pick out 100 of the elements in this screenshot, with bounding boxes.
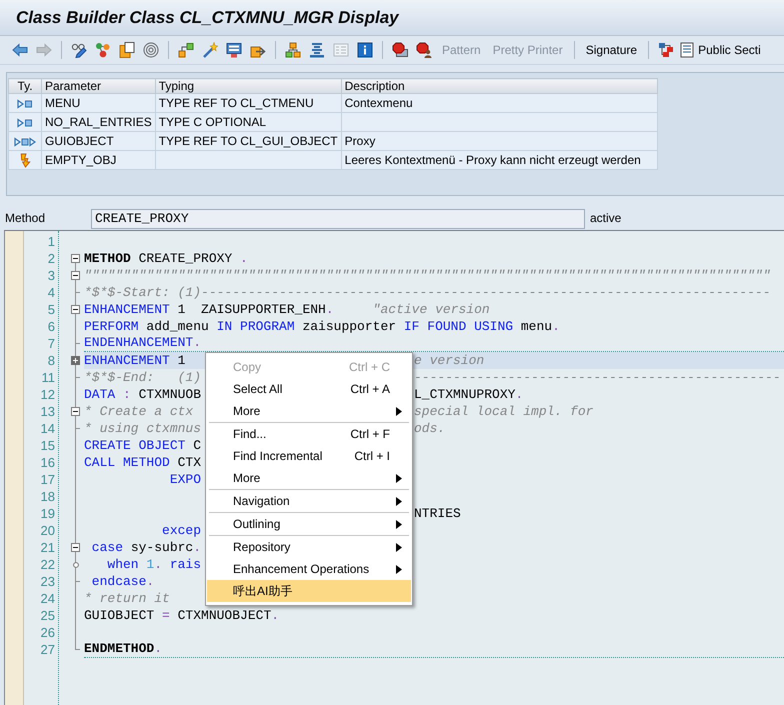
collapse-icon[interactable] xyxy=(71,305,80,314)
menu-item[interactable]: More xyxy=(207,467,411,489)
magic-wand-icon xyxy=(202,42,218,58)
code-text: EXPO xyxy=(168,471,202,488)
line-number: 22 xyxy=(40,556,56,573)
line-number: 17 xyxy=(40,471,56,488)
code-text: * Create a ctx xyxy=(84,403,194,420)
document-icon xyxy=(679,42,696,58)
collapse-icon[interactable] xyxy=(71,407,80,416)
line-number: 7 xyxy=(46,335,56,352)
code-text: e version xyxy=(413,352,484,369)
shortcut-text: Ctrl + A xyxy=(350,382,390,396)
code-text: ENHANCEMENT 1 ZAISUPPORTER_ENH. "active version xyxy=(84,301,490,318)
code-text: METHOD CREATE_PROXY . xyxy=(84,250,248,267)
code-text: when 1. rais xyxy=(106,556,202,573)
stop-screen-icon xyxy=(392,42,408,58)
table-cell: TYPE C OPTIONAL xyxy=(155,112,342,132)
code-text: *$*$-End: (1) xyxy=(84,369,202,386)
table-cell: Contexmenu xyxy=(341,94,658,112)
line-number: 23 xyxy=(40,573,56,590)
hierarchy-icon xyxy=(285,42,301,58)
expand-icon[interactable] xyxy=(71,356,80,365)
arrow-box-icon xyxy=(17,98,33,109)
line-number: 19 xyxy=(40,505,56,522)
glasses-pencil-icon xyxy=(71,42,87,58)
column-header: Description xyxy=(341,78,658,94)
menu-item[interactable]: Select All Ctrl + A xyxy=(207,378,411,400)
code-text: special local impl. for xyxy=(413,403,594,420)
code-text: ENDMETHOD. xyxy=(84,641,162,657)
line-number: 18 xyxy=(40,488,56,505)
status-text: active xyxy=(590,211,622,226)
code-text: PERFORM add_menu IN PROGRAM zaisupporter IF FOUND USING menu. xyxy=(84,318,560,335)
menu-item[interactable]: More xyxy=(207,400,411,422)
code-text: """""""""""""""""""""""""""""""""""""""""""""""""""""""""""""""""""""""""""""""""""""""" xyxy=(84,267,771,284)
line-number: 24 xyxy=(40,590,56,607)
menu-item[interactable]: 呼出AI助手 xyxy=(207,580,411,602)
line-number: 12 xyxy=(40,386,56,403)
code-text: CREATE OBJECT C xyxy=(84,437,202,454)
table-cell: Leeres Kontextmenü - Proxy kann nicht erzeugt werden xyxy=(341,150,658,170)
toolbar-button[interactable]: Signature xyxy=(580,39,642,61)
line-number: 20 xyxy=(40,522,56,539)
toolbar-button[interactable]: Public Secti xyxy=(679,39,761,61)
code-text: * using ctxmnus xyxy=(84,420,202,437)
code-text: ENHANCEMENT 1 xyxy=(84,352,186,369)
line-number: 26 xyxy=(40,624,56,641)
line-number: 2 xyxy=(46,250,56,267)
line-number: 4 xyxy=(46,284,56,301)
column-header: Parameter xyxy=(42,78,156,94)
info-icon xyxy=(357,42,373,58)
forward-arrow-icon xyxy=(36,42,52,58)
code-text: * return it xyxy=(84,590,170,607)
shortcut-text: Ctrl + C xyxy=(348,360,390,374)
code-text: ods. xyxy=(413,420,446,437)
line-number: 21 xyxy=(40,539,56,556)
table-cell: MENU xyxy=(42,94,156,112)
code-text: ENDENHANCEMENT. xyxy=(84,335,202,351)
menu-item[interactable]: Navigation xyxy=(207,490,411,512)
table-cell: TYPE REF TO CL_GUI_OBJECT xyxy=(155,132,342,150)
table-cell: GUIOBJECT xyxy=(42,132,156,150)
menu-item[interactable]: Outlining xyxy=(207,513,411,535)
line-number: 6 xyxy=(46,318,56,335)
menu-item[interactable]: Find Incremental Ctrl + I xyxy=(207,445,411,467)
shortcut-text: Ctrl + I xyxy=(354,448,390,464)
code-text: ----------------------------------------------- xyxy=(413,369,781,386)
table-cell: NO_RAL_ENTRIES xyxy=(42,112,156,132)
menu-item[interactable]: Repository xyxy=(207,536,411,558)
line-number: 1 xyxy=(46,233,56,250)
table-cell: TYPE REF TO CL_CTMENU xyxy=(155,94,342,112)
line-number: 8 xyxy=(46,352,56,369)
code-text: *$*$-Start: (1)------------------------------------------------------------------------- xyxy=(84,284,771,301)
menu-item[interactable]: Enhancement Operations xyxy=(207,558,411,580)
stacked-bars-icon xyxy=(309,42,325,58)
code-text: excep xyxy=(161,522,202,539)
clipboard-icon xyxy=(119,42,135,58)
collapse-icon[interactable] xyxy=(71,543,80,552)
circles-icon xyxy=(95,42,111,58)
list-icon xyxy=(333,42,349,58)
code-text: endcase. xyxy=(90,573,154,590)
line-number: 11 xyxy=(40,369,56,386)
table-cell: Proxy xyxy=(341,132,658,150)
arrow-box-arrow-icon xyxy=(14,136,36,147)
column-header: Typing xyxy=(155,78,342,94)
line-number: 16 xyxy=(40,454,56,471)
line-number: 27 xyxy=(40,641,56,658)
back-arrow-icon xyxy=(12,42,28,58)
shortcut-text: Ctrl + F xyxy=(350,426,390,442)
lightning-arrow-icon xyxy=(19,152,31,168)
column-header: Ty. xyxy=(8,78,42,94)
arrow-box-icon xyxy=(17,118,33,128)
line-number: 25 xyxy=(40,607,56,624)
table-cell: EMPTY_OBJ xyxy=(42,150,156,170)
line-number: 5 xyxy=(46,301,56,318)
menu-item[interactable]: Find... Ctrl + F xyxy=(207,423,411,445)
connected-squares-icon xyxy=(178,42,194,58)
collapse-icon[interactable] xyxy=(71,254,80,263)
line-number: 3 xyxy=(46,267,56,284)
window-title: Class Builder Class CL_CTXMNU_MGR Display xyxy=(16,8,399,28)
spiral-icon xyxy=(143,42,159,58)
collapse-icon[interactable] xyxy=(71,271,80,280)
method-field[interactable]: CREATE_PROXY xyxy=(91,208,585,228)
